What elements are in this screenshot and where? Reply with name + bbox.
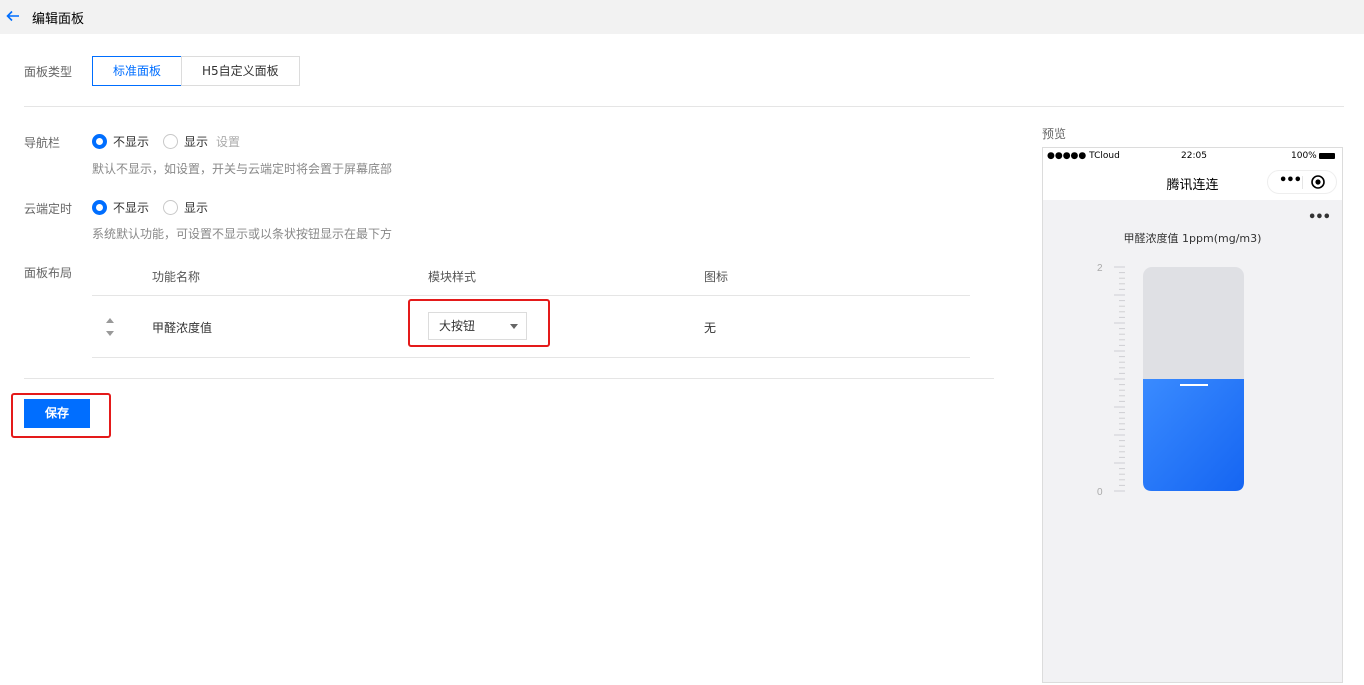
status-carrier: ●●●●● TCloud — [1047, 151, 1120, 161]
scale-min-label: 0 — [1097, 487, 1103, 498]
navbar-hide-label: 不显示 — [113, 135, 150, 149]
column-header-name: 功能名称 — [152, 270, 201, 284]
table-row-divider — [92, 357, 970, 358]
navbar-hide-option[interactable]: 不显示 — [92, 133, 149, 150]
column-header-style: 模块样式 — [428, 270, 477, 284]
gauge-fill — [1143, 379, 1244, 491]
row-function-name: 甲醛浓度值 — [152, 321, 213, 335]
panel-type-label: 面板类型 — [24, 65, 73, 79]
highlight-box-style — [408, 299, 550, 347]
navbar-hint: 默认不显示，如设置，开关与云端定时将会置于屏幕底部 — [92, 162, 393, 176]
page-title: 编辑面板 — [32, 12, 85, 27]
radio-unchecked-icon[interactable] — [163, 134, 179, 149]
status-battery: 100% — [1291, 151, 1335, 161]
panel-more-icon[interactable]: ••• — [1308, 210, 1331, 225]
navbar-label: 导航栏 — [24, 136, 61, 150]
cloud-timer-show-label: 显示 — [184, 201, 209, 215]
gauge-scale-ticks — [1114, 266, 1125, 492]
metric-title: 甲醛浓度值 1ppm(mg/m3) — [1123, 232, 1262, 245]
cloud-timer-hide-option[interactable]: 不显示 — [92, 199, 149, 216]
row-icon-value: 无 — [704, 321, 717, 335]
table-header-divider — [92, 295, 970, 296]
scale-max-label: 2 — [1097, 263, 1103, 274]
cloud-timer-hint: 系统默认功能，可设置不显示或以条状按钮显示在最下方 — [92, 227, 393, 241]
highlight-box-save — [11, 393, 111, 438]
navbar-radio-group: 不显示 显示 设置 — [92, 133, 240, 150]
radio-checked-icon[interactable] — [92, 200, 107, 215]
close-target-icon[interactable] — [1311, 175, 1325, 189]
more-dots-icon[interactable]: ••• — [1279, 173, 1302, 188]
battery-icon — [1318, 152, 1335, 159]
radio-checked-icon[interactable] — [92, 134, 107, 149]
status-battery-text: 100% — [1291, 151, 1317, 161]
navbar-show-label: 显示 — [184, 135, 209, 149]
radio-unchecked-icon[interactable] — [163, 200, 179, 215]
column-header-icon: 图标 — [704, 270, 729, 284]
preview-label: 预览 — [1042, 127, 1067, 141]
back-arrow-icon[interactable] — [6, 9, 20, 23]
gauge-widget: 2 0 — [1097, 263, 1244, 498]
footer-divider — [24, 378, 994, 379]
sort-arrows-icon[interactable] — [104, 316, 116, 338]
panel-layout-label: 面板布局 — [24, 266, 73, 280]
panel-type-h5-tab[interactable]: H5自定义面板 — [181, 56, 300, 86]
navbar-settings-link[interactable]: 设置 — [216, 133, 240, 150]
cloud-timer-hide-label: 不显示 — [113, 201, 150, 215]
phone-preview: ●●●●● TCloud 22:05 100% 腾讯连连 ••• ••• 甲醛浓… — [1042, 147, 1343, 683]
navbar-show-option[interactable]: 显示 — [163, 133, 208, 150]
panel-type-segmented: 标准面板 H5自定义面板 — [92, 56, 300, 86]
section-divider — [24, 106, 1344, 107]
cloud-timer-radio-group: 不显示 显示 — [92, 199, 222, 216]
mini-program-capsule[interactable]: ••• — [1267, 170, 1337, 194]
cloud-timer-show-option[interactable]: 显示 — [163, 199, 208, 216]
capsule-separator — [1302, 176, 1303, 189]
panel-type-standard-tab[interactable]: 标准面板 — [92, 56, 183, 86]
phone-header: ●●●●● TCloud 22:05 100% 腾讯连连 ••• — [1043, 148, 1342, 200]
top-bar: 编辑面板 — [0, 0, 1364, 34]
status-time: 22:05 — [1181, 151, 1207, 161]
cloud-timer-label: 云端定时 — [24, 202, 73, 216]
